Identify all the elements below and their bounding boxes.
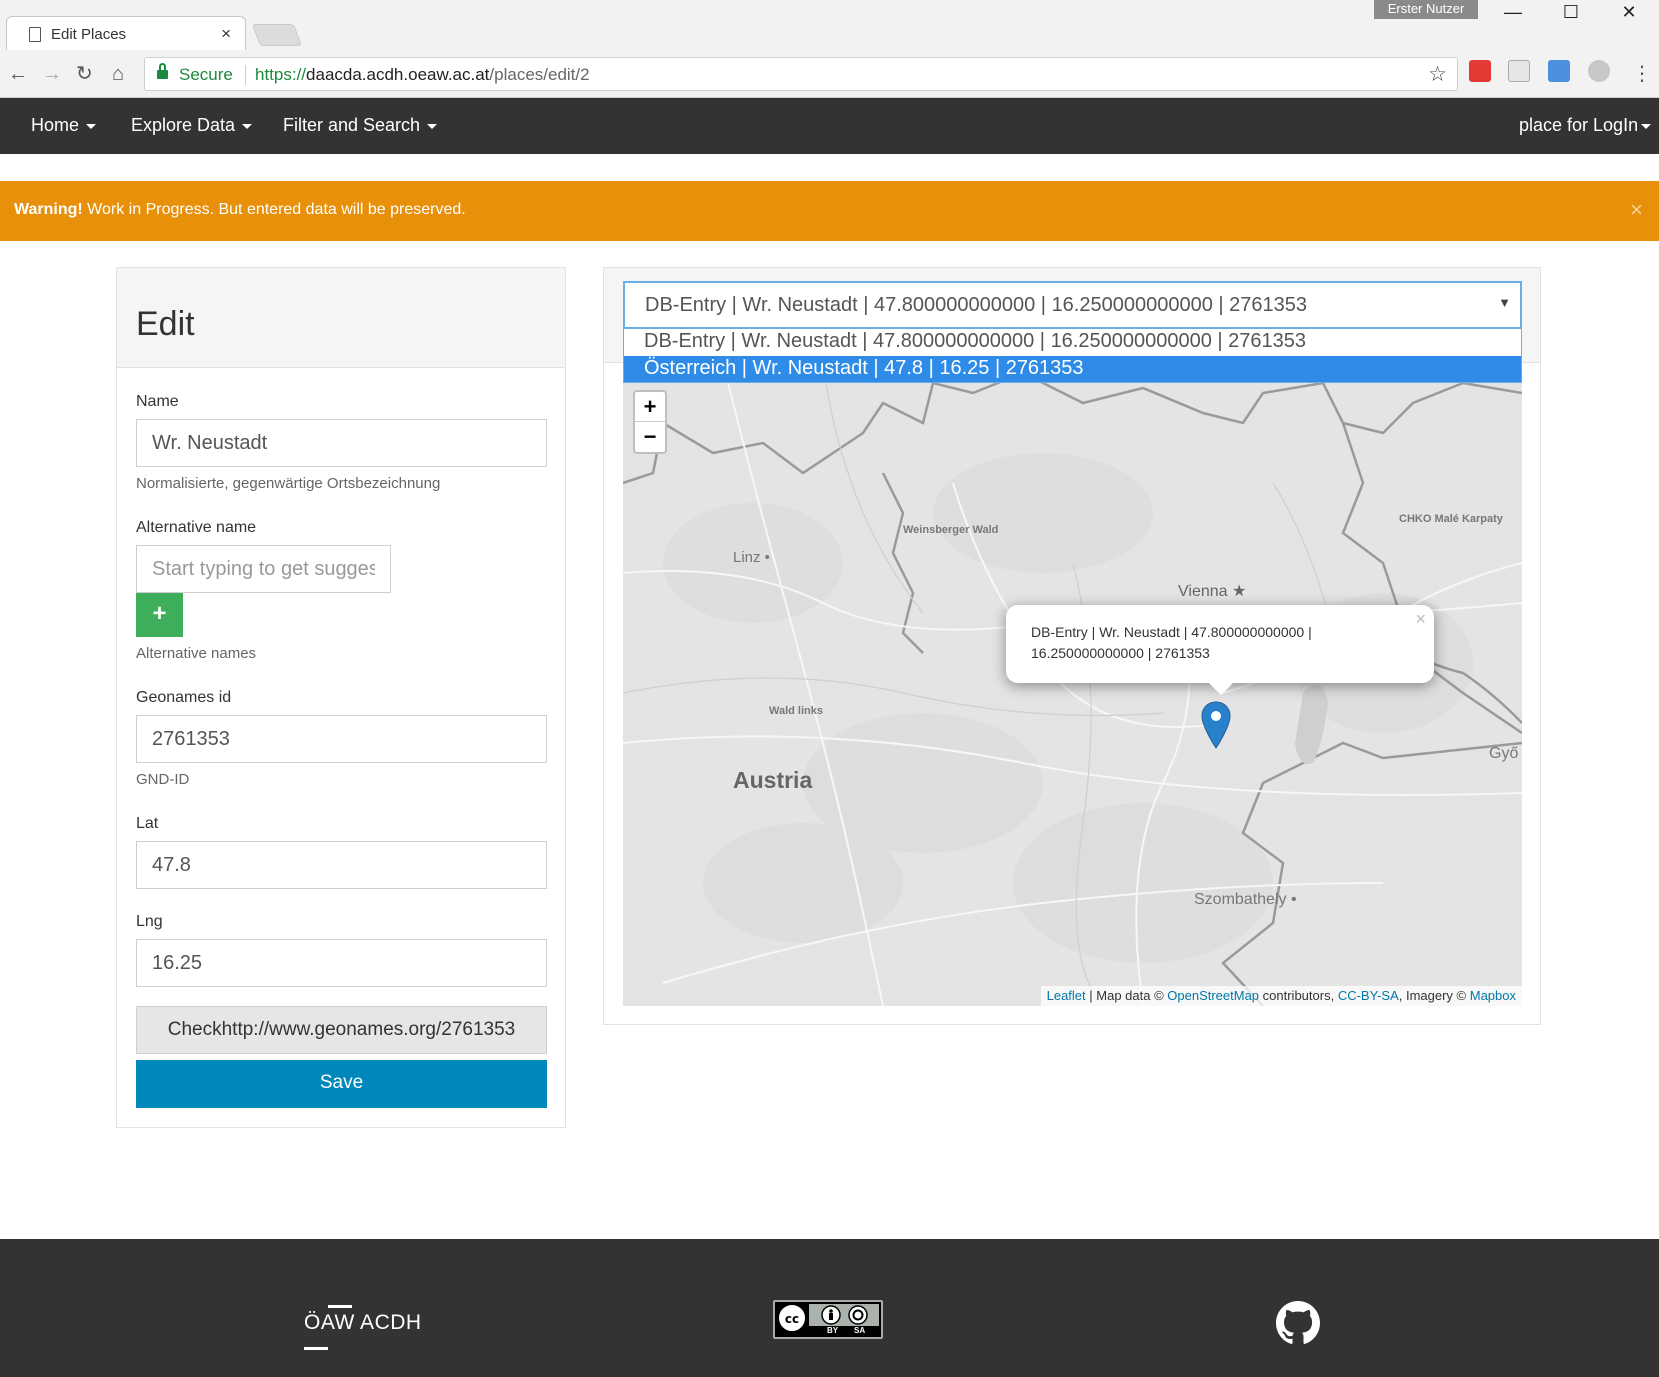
zoom-control: + − — [633, 390, 667, 454]
alert-close-icon[interactable]: × — [1630, 197, 1643, 223]
popup-close-icon[interactable]: × — [1415, 609, 1426, 630]
extension-page-icon[interactable] — [1508, 60, 1530, 82]
lng-input[interactable]: 16.25 — [136, 939, 547, 987]
place-select-dropdown: DB-Entry | Wr. Neustadt | 47.80000000000… — [623, 329, 1522, 383]
alert-message: Warning! Work in Progress. But entered d… — [14, 201, 466, 218]
nav-home[interactable]: Home — [31, 115, 97, 136]
oeaw-acdh-logo[interactable]: ÖAW ACDH — [304, 1305, 422, 1350]
map-label-austria: Austria — [733, 767, 813, 793]
reload-icon[interactable]: ↻ — [76, 62, 93, 86]
browser-tab[interactable]: Edit Places × — [6, 16, 246, 50]
site-navbar: Home Explore Data Filter and Search plac… — [0, 98, 1659, 154]
extension-blocks-icon[interactable] — [1548, 60, 1570, 82]
caret-down-icon — [427, 123, 438, 129]
map-attribution: Leaflet | Map data © OpenStreetMap contr… — [1040, 986, 1522, 1006]
divider — [245, 65, 246, 85]
profile-badge[interactable]: Erster Nutzer — [1374, 0, 1478, 19]
extension-red-icon[interactable] — [1469, 60, 1491, 82]
save-button[interactable]: Save — [136, 1060, 547, 1108]
minimize-icon[interactable]: — — [1491, 0, 1535, 24]
leaflet-link[interactable]: Leaflet — [1047, 988, 1086, 1003]
new-tab-button[interactable] — [251, 24, 303, 46]
leaflet-map[interactable]: + − Linz • Weinsberger Wald Vienna ★ CHK… — [623, 363, 1522, 1006]
edit-panel-heading: Edit — [117, 268, 565, 368]
tab-close-icon[interactable]: × — [221, 24, 231, 44]
maximize-icon[interactable]: ☐ — [1549, 0, 1593, 24]
zoom-in-button[interactable]: + — [635, 392, 665, 422]
check-geonames-button[interactable]: Checkhttp://www.geonames.org/2761353 — [136, 1006, 547, 1054]
lng-label: Lng — [136, 913, 163, 930]
nav-filter-search[interactable]: Filter and Search — [283, 115, 438, 136]
popup-text: DB-Entry | Wr. Neustadt | 47.80000000000… — [1031, 624, 1312, 661]
alternative-name-input[interactable]: Start typing to get suggestions — [136, 545, 391, 593]
browser-tabstrip: Edit Places × Erster Nutzer — ☐ ✕ — [0, 0, 1659, 50]
license-link[interactable]: CC-BY-SA — [1338, 988, 1399, 1003]
url-text[interactable]: https://daacda.acdh.oeaw.ac.at/places/ed… — [255, 65, 590, 85]
warning-alert: Warning! Work in Progress. But entered d… — [0, 181, 1659, 241]
map-label-gyor: Győ — [1489, 745, 1519, 762]
nav-login[interactable]: place for LogIn — [1519, 115, 1652, 136]
close-window-icon[interactable]: ✕ — [1607, 0, 1651, 24]
add-alternative-name-button[interactable]: + — [136, 593, 183, 637]
home-icon[interactable]: ⌂ — [112, 62, 124, 86]
github-icon[interactable] — [1276, 1301, 1320, 1345]
select-arrow-icon: ▼ — [1498, 295, 1511, 310]
edit-panel: Edit Name Wr. Neustadt Normalisierte, ge… — [116, 267, 566, 1128]
cc-license-badge[interactable]: cc BY SA — [773, 1300, 883, 1339]
document-icon — [29, 27, 41, 42]
site-footer: ÖAW ACDH cc BY SA — [0, 1239, 1659, 1377]
dropdown-option-selected[interactable]: Österreich | Wr. Neustadt | 47.8 | 16.25… — [624, 356, 1521, 382]
page-title: Edit — [136, 305, 195, 343]
back-icon[interactable]: ← — [8, 62, 28, 86]
name-help: Normalisierte, gegenwärtige Ortsbezeichn… — [136, 475, 441, 492]
map-label-weinsberger-wald: Weinsberger Wald — [903, 524, 999, 536]
svg-text:cc: cc — [785, 1312, 799, 1326]
caret-down-icon — [86, 123, 97, 129]
place-select-value: DB-Entry | Wr. Neustadt | 47.80000000000… — [645, 294, 1308, 316]
lat-input[interactable]: 47.8 — [136, 841, 547, 889]
map-label-chko: CHKO Malé Karpaty — [1399, 513, 1503, 525]
browser-toolbar: ← → ↻ ⌂ Secure https://daacda.acdh.oeaw.… — [0, 50, 1659, 98]
map-panel: DB-Entry | Wr. Neustadt | 47.80000000000… — [603, 267, 1541, 1025]
forward-icon[interactable]: → — [42, 62, 62, 86]
caret-down-icon — [242, 123, 253, 129]
map-tiles — [623, 363, 1522, 1006]
cc-by-label: BY — [827, 1326, 839, 1335]
zoom-out-button[interactable]: − — [635, 422, 665, 452]
place-select[interactable]: DB-Entry | Wr. Neustadt | 47.80000000000… — [623, 281, 1522, 329]
caret-down-icon — [1641, 123, 1652, 129]
map-label-linz: Linz • — [733, 549, 770, 566]
bookmark-star-icon[interactable]: ☆ — [1428, 62, 1447, 87]
geonames-input[interactable]: 2761353 — [136, 715, 547, 763]
map-label-szombathely: Szombathely • — [1194, 891, 1297, 908]
address-bar[interactable]: Secure https://daacda.acdh.oeaw.ac.at/pl… — [144, 57, 1458, 91]
mapbox-link[interactable]: Mapbox — [1470, 988, 1516, 1003]
lock-icon — [157, 63, 168, 80]
browser-menu-icon[interactable]: ⋮ — [1632, 62, 1652, 86]
alternative-names-help: Alternative names — [136, 645, 257, 662]
name-input[interactable]: Wr. Neustadt — [136, 419, 547, 467]
tab-title: Edit Places — [51, 26, 127, 43]
alternative-name-label: Alternative name — [136, 519, 257, 536]
geonames-label: Geonames id — [136, 689, 232, 706]
lat-label: Lat — [136, 815, 159, 832]
cc-sa-label: SA — [854, 1326, 866, 1335]
map-label-wald-links: Wald links — [769, 705, 823, 717]
dropdown-option[interactable]: DB-Entry | Wr. Neustadt | 47.80000000000… — [624, 329, 1521, 355]
map-label-vienna: Vienna ★ — [1178, 583, 1247, 600]
extension-skype-icon[interactable] — [1588, 60, 1610, 82]
nav-explore-data[interactable]: Explore Data — [131, 115, 253, 136]
name-label: Name — [136, 393, 179, 410]
secure-label: Secure — [179, 65, 233, 84]
map-popup: DB-Entry | Wr. Neustadt | 47.80000000000… — [1006, 605, 1434, 695]
geonames-help: GND-ID — [136, 771, 190, 788]
osm-link[interactable]: OpenStreetMap — [1167, 988, 1259, 1003]
map-marker-icon[interactable] — [1201, 701, 1231, 749]
